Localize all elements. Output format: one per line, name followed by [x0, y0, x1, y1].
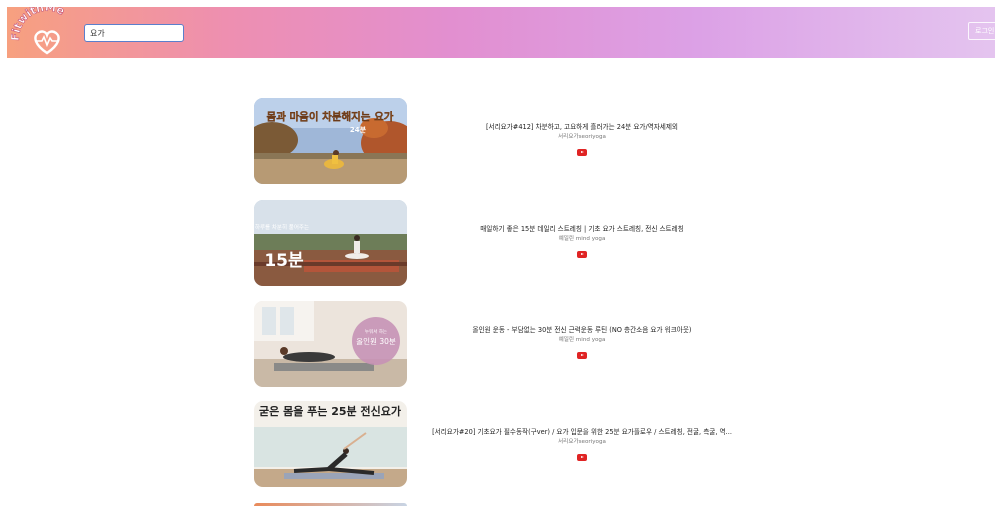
heart-icon — [34, 30, 60, 55]
video-title[interactable]: [서리요가#20] 기초요가 필수동작(구ver) / 요가 입문을 위한 25… — [417, 428, 747, 437]
video-item[interactable]: 누워서 하는 올인원 30분 올인원 운동 - 부담없는 30분 전신 근력운동… — [254, 301, 754, 391]
video-item[interactable]: 몸과 마음이 차분해지는 요가 24분 [서리요가#412] 차분하고, 고요하… — [254, 98, 754, 188]
login-button[interactable]: 로그인 — [968, 22, 995, 40]
thumbnail-subcaption: 15분 — [264, 251, 304, 271]
video-channel: 예일린 mind yoga — [558, 337, 606, 343]
video-info: 올인원 운동 - 부담없는 30분 전신 근력운동 루틴 (NO 층간소음 요가… — [417, 326, 747, 363]
video-title[interactable]: 올인원 운동 - 부담없는 30분 전신 근력운동 루틴 (NO 층간소음 요가… — [417, 326, 747, 335]
video-info: 매일하기 좋은 15분 데일리 스트레칭 | 기초 요가 스트레칭, 전신 스트… — [417, 225, 747, 262]
thumbnail-caption: 올인원 30분 — [356, 336, 396, 346]
video-thumbnail[interactable]: 굳은 몸을 푸는 25분 전신요가 — [254, 401, 407, 487]
video-item[interactable]: 굳은 몸을 푸는 25분 전신요가 [서리요가#20] 기초요가 필수동작(구v… — [254, 401, 754, 491]
video-thumbnail[interactable]: 누워서 하는 올인원 30분 — [254, 301, 407, 387]
thumbnail-caption: 하루를 차분히 풀어주는 — [255, 223, 309, 231]
video-item[interactable]: 하루를 차분히 풀어주는 15분 매일하기 좋은 15분 데일리 스트레칭 | … — [254, 200, 754, 290]
video-info: [서리요가#20] 기초요가 필수동작(구ver) / 요가 입문을 위한 25… — [417, 428, 747, 465]
youtube-play-icon[interactable] — [577, 454, 587, 461]
thumbnail-subcaption: 누워서 하는 — [365, 328, 387, 335]
video-channel: 서리요가seoriyoga — [558, 134, 606, 140]
thumbnail-caption: 굳은 몸을 푸는 25분 전신요가 — [259, 404, 401, 418]
video-channel: 서리요가seoriyoga — [558, 439, 606, 445]
youtube-play-icon[interactable] — [577, 251, 587, 258]
video-thumbnail[interactable]: 몸과 마음이 차분해지는 요가 24분 — [254, 98, 407, 184]
youtube-play-icon[interactable] — [577, 352, 587, 359]
thumbnail-subcaption: 24분 — [350, 125, 367, 134]
video-title[interactable]: [서리요가#412] 차분하고, 고요하게 흘러가는 24분 요가/역자세제외 — [417, 123, 747, 132]
thumbnail-caption: 몸과 마음이 차분해지는 요가 — [267, 110, 394, 123]
video-title[interactable]: 매일하기 좋은 15분 데일리 스트레칭 | 기초 요가 스트레칭, 전신 스트… — [417, 225, 747, 234]
youtube-play-icon[interactable] — [577, 149, 587, 156]
video-thumbnail[interactable]: 하루를 차분히 풀어주는 15분 — [254, 200, 407, 286]
video-info: [서리요가#412] 차분하고, 고요하게 흘러가는 24분 요가/역자세제외 … — [417, 123, 747, 160]
search-input[interactable] — [84, 24, 184, 42]
video-channel: 예일린 mind yoga — [558, 236, 606, 242]
header-bar: FitwithMe 로그인 — [7, 7, 995, 58]
logo[interactable]: FitwithMe — [11, 7, 83, 58]
